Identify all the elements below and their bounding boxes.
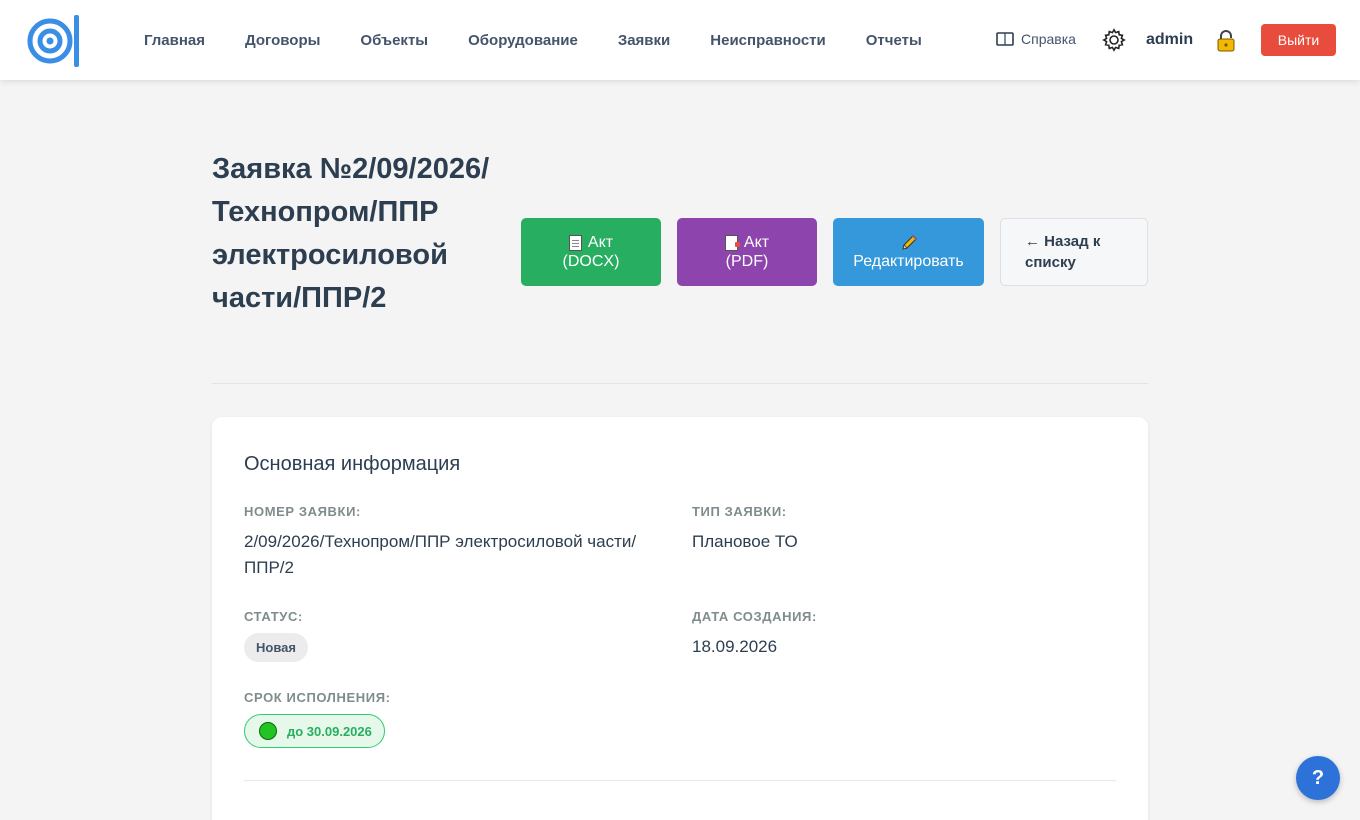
help-label: Справка <box>1021 31 1076 47</box>
act-docx-button[interactable]: Акт (DOCX) <box>521 218 661 286</box>
back-to-list-button[interactable]: ← Назад к списку <box>1000 218 1148 286</box>
logo-icon[interactable] <box>26 12 84 70</box>
status-label: СТАТУС: <box>244 609 303 624</box>
nav-item-home[interactable]: Главная <box>124 32 225 49</box>
back-label-line2: списку <box>1025 254 1076 271</box>
top-header: Главная Договоры Объекты Оборудование За… <box>0 0 1360 80</box>
book-icon <box>996 32 1014 46</box>
act-pdf-button[interactable]: Акт (PDF) <box>677 218 817 286</box>
card-divider <box>244 780 1116 781</box>
request-type-label: ТИП ЗАЯВКИ: <box>692 504 787 519</box>
act-docx-label: Акт <box>587 234 614 251</box>
nav-item-reports[interactable]: Отчеты <box>846 32 942 49</box>
act-docx-format: (DOCX) <box>562 253 620 270</box>
nav-item-equipment[interactable]: Оборудование <box>448 32 598 49</box>
request-number-label: НОМЕР ЗАЯВКИ: <box>244 504 361 519</box>
pencil-icon <box>901 234 917 250</box>
request-type-value: Плановое ТО <box>692 532 798 551</box>
status-badge: Новая <box>244 633 308 662</box>
nav-item-objects[interactable]: Объекты <box>340 32 448 49</box>
pdf-document-icon <box>724 234 740 251</box>
deadline-badge: до 30.09.2026 <box>244 714 385 748</box>
request-number-line2: ППР/2 <box>244 558 294 577</box>
gear-icon[interactable] <box>1102 28 1126 52</box>
deadline-label: СРОК ИСПОЛНЕНИЯ: <box>244 690 391 705</box>
act-pdf-format: (PDF) <box>725 253 769 270</box>
main-nav: Главная Договоры Объекты Оборудование За… <box>124 0 942 80</box>
nav-item-requests[interactable]: Заявки <box>598 32 690 49</box>
title-divider <box>212 383 1148 384</box>
logout-button[interactable]: Выйти <box>1261 24 1336 56</box>
created-date-value: 18.09.2026 <box>692 637 778 656</box>
nav-item-faults[interactable]: Неисправности <box>690 32 845 49</box>
request-number-line1: 2/09/2026/Технопром/ППР электросиловой ч… <box>244 532 637 551</box>
page-title: Заявка №2/09/2026/ Технопром/ППР электро… <box>212 153 490 314</box>
user-name[interactable]: admin <box>1146 31 1193 49</box>
help-fab-button[interactable]: ? <box>1296 756 1340 800</box>
act-pdf-label: Акт <box>743 234 770 251</box>
info-card: Основная информация НОМЕР ЗАЯВКИ: 2/09/2… <box>212 417 1148 820</box>
back-label-line1: ← Назад к <box>1025 233 1101 250</box>
lock-icon[interactable] <box>1216 30 1236 52</box>
edit-button[interactable]: Редактировать <box>833 218 984 286</box>
deadline-value: до 30.09.2026 <box>287 723 372 739</box>
document-icon <box>568 234 582 251</box>
section-title: Основная информация <box>244 453 461 475</box>
help-link[interactable]: Справка <box>996 31 1076 47</box>
nav-item-contracts[interactable]: Договоры <box>225 32 340 49</box>
created-date-label: ДАТА СОЗДАНИЯ: <box>692 609 817 624</box>
status-dot-icon <box>259 722 277 740</box>
edit-label: Редактировать <box>853 252 964 270</box>
